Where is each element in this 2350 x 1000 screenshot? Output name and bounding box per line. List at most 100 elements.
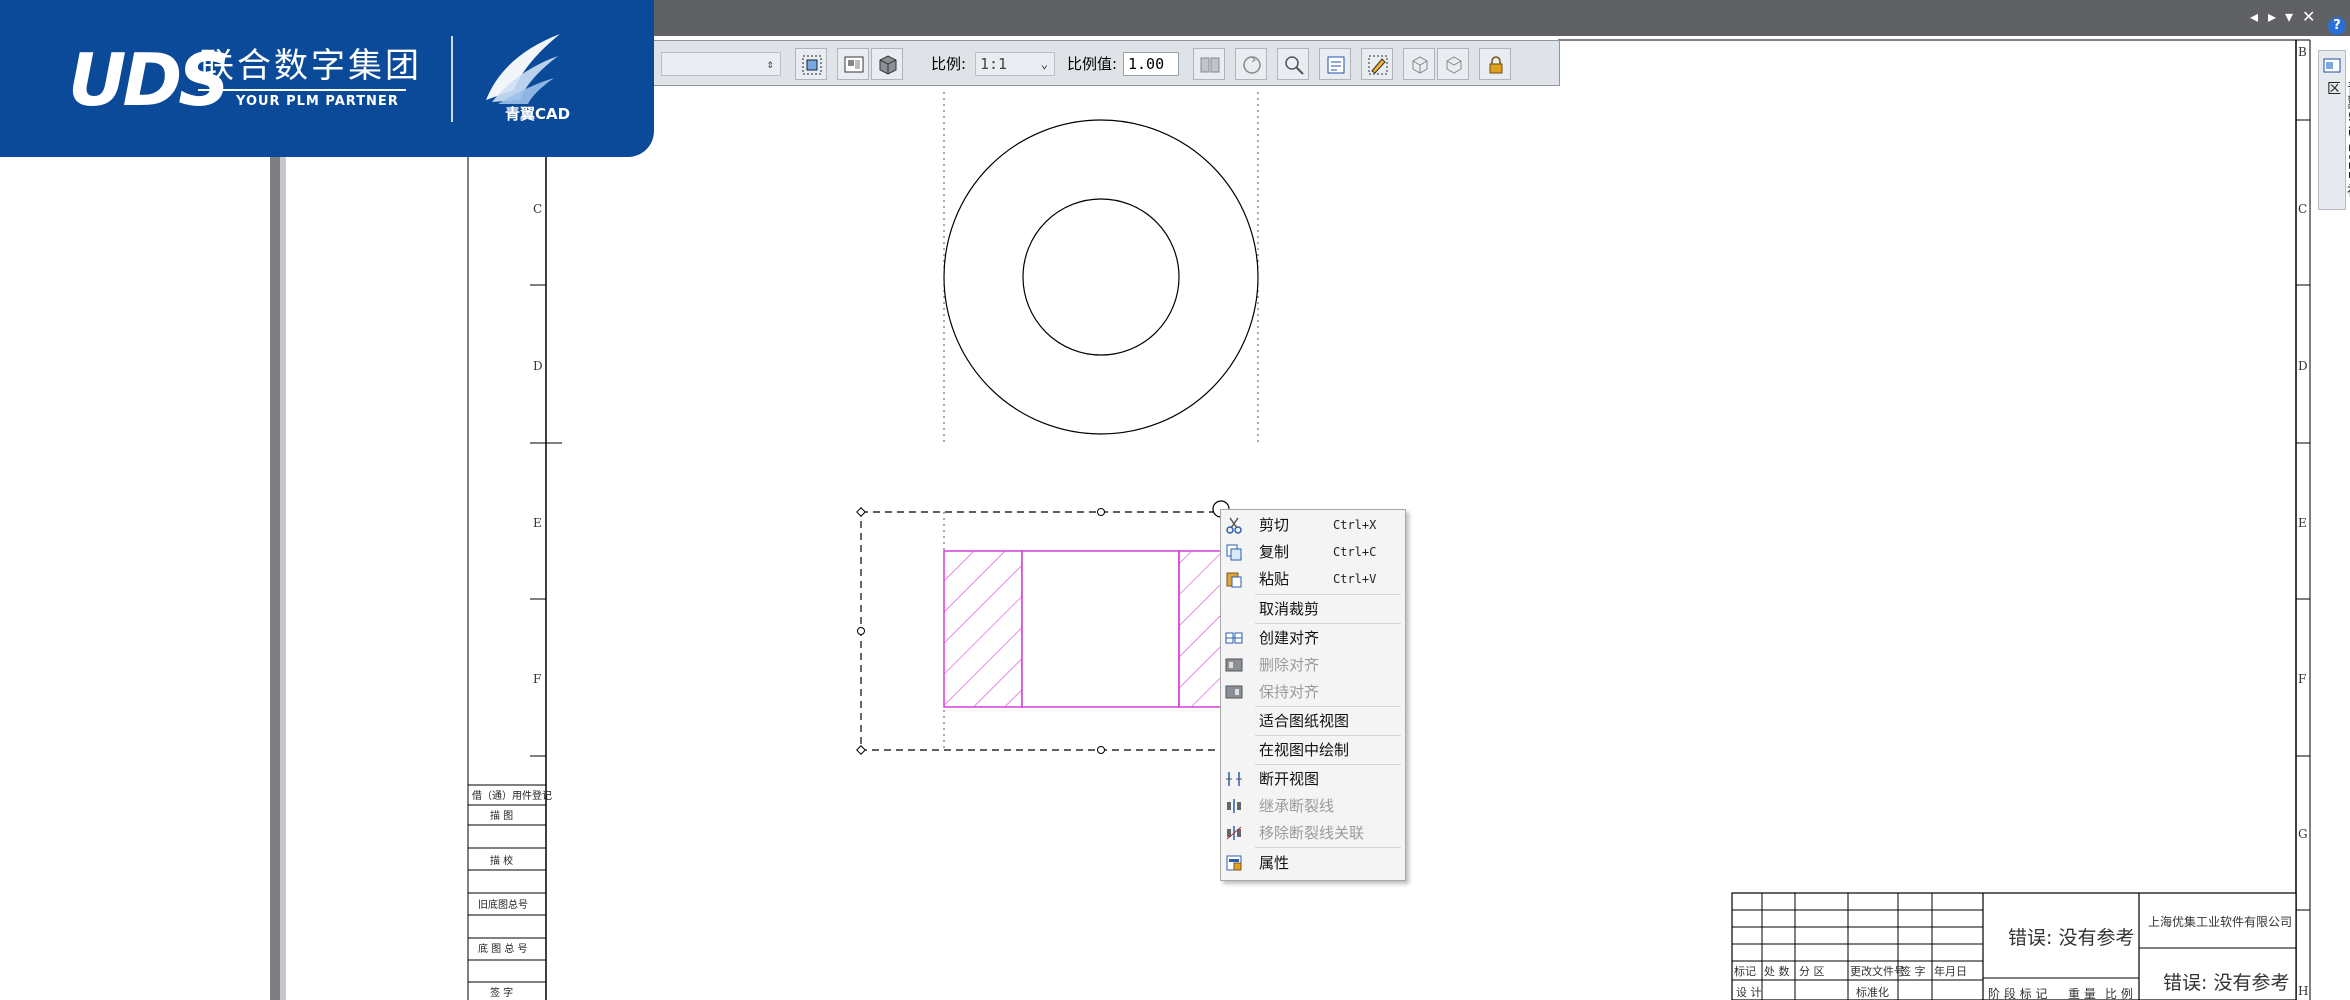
- menu-item-label: 继承断裂线: [1259, 797, 1335, 815]
- zone-label: D: [533, 359, 543, 373]
- menu-item-fit-sheet-view[interactable]: 适合图纸视图: [1221, 708, 1405, 734]
- inner-circle[interactable]: [1022, 198, 1180, 356]
- zone-label: C: [533, 202, 542, 216]
- menu-item-draw-in-view[interactable]: 在视图中绘制: [1221, 737, 1405, 763]
- menu-item-shortcut: Ctrl+V: [1333, 572, 1377, 586]
- properties-icon: [1327, 56, 1345, 74]
- menu-item-break-view[interactable]: 断开视图: [1221, 766, 1405, 792]
- menu-item-paste[interactable]: 粘贴 Ctrl+V: [1221, 566, 1405, 592]
- menu-item-keep-align[interactable]: 保持对齐: [1221, 679, 1405, 705]
- side-tab-label: 青翼CAD 2021 社区: [2325, 81, 2350, 198]
- zone-label: B: [2298, 45, 2307, 59]
- align-view-button[interactable]: [1193, 48, 1225, 80]
- menu-separator: [1255, 735, 1401, 736]
- wire-box-icon: [1412, 56, 1428, 74]
- align-delete-icon: [1225, 658, 1243, 672]
- menu-item-label: 属性: [1259, 854, 1290, 872]
- title-block-label: 年月日: [1934, 964, 1967, 978]
- menu-item-delete-align[interactable]: 删除对齐: [1221, 652, 1405, 678]
- scale-number-input[interactable]: 1.00: [1123, 52, 1179, 76]
- menu-item-label: 适合图纸视图: [1259, 712, 1350, 730]
- paste-icon: [1226, 572, 1242, 588]
- context-menu: 剪切 Ctrl+X 复制 Ctrl+C 粘贴 Ctrl+V 取消裁剪 创建对齐 …: [1220, 509, 1406, 881]
- rotate-view-button[interactable]: [1235, 48, 1267, 80]
- drawing-name-error: 错误: 没有参考: [2008, 927, 2134, 949]
- table-label: 描 校: [490, 854, 513, 867]
- menu-item-label: 保持对齐: [1259, 683, 1320, 701]
- zone-label: D: [2298, 359, 2308, 373]
- properties-icon: [1226, 855, 1242, 871]
- title-block-label: 更改文件号: [1850, 964, 1905, 978]
- menu-item-label: 移除断裂线关联: [1259, 824, 1365, 842]
- menu-item-shortcut: Ctrl+C: [1333, 545, 1377, 559]
- brand-name: 联合数字集团: [200, 46, 422, 86]
- title-block: 标记 处 数 分 区 更改文件号 签 字 年月日 设 计 标准化 错误: 没有参…: [1731, 892, 2297, 1000]
- align-create-icon: [1225, 632, 1243, 644]
- zone-label: E: [533, 516, 542, 530]
- inherit-break-icon: [1227, 799, 1241, 813]
- wire-box-icon: [1446, 56, 1462, 74]
- community-side-tab[interactable]: 青翼CAD 2021 社区: [2318, 50, 2350, 210]
- scissors-icon: [1226, 517, 1242, 534]
- grip-handle[interactable]: [857, 627, 865, 635]
- menu-item-create-align[interactable]: 创建对齐: [1221, 625, 1405, 651]
- grip-handle[interactable]: [1097, 508, 1105, 516]
- title-block-label: 重 量: [2068, 987, 2096, 1000]
- hatch-region-left[interactable]: [943, 550, 1023, 708]
- brand-underline: [198, 89, 406, 91]
- menu-item-label: 剪切: [1259, 516, 1290, 534]
- title-block-label: 处 数: [1764, 965, 1790, 978]
- title-block-label: 比 例: [2105, 987, 2133, 1000]
- hatch-region-right[interactable]: [1178, 550, 1225, 708]
- view-toolbar: ⇕ 比例: 1:1 ⌄ 比例值: 1.00: [590, 40, 1560, 86]
- menu-item-copy[interactable]: 复制 Ctrl+C: [1221, 539, 1405, 565]
- scale-value: 1:1: [980, 55, 1008, 73]
- cube-icon: [879, 55, 897, 75]
- view-frame-button[interactable]: [795, 48, 827, 80]
- brand-separator: [451, 36, 453, 122]
- layout-icon: [844, 56, 864, 73]
- view-properties-button[interactable]: [1319, 48, 1351, 80]
- title-block-label: 设 计: [1736, 986, 1762, 999]
- scale-combo[interactable]: 1:1 ⌄: [975, 52, 1055, 76]
- layer-combo[interactable]: ⇕: [661, 52, 781, 76]
- menu-item-label: 取消裁剪: [1259, 600, 1320, 618]
- zoom-view-button[interactable]: [1277, 48, 1309, 80]
- table-label: 描 图: [490, 809, 513, 822]
- menu-item-label: 在视图中绘制: [1259, 741, 1350, 759]
- align-icon: [1200, 57, 1220, 73]
- shaded-view-button[interactable]: [871, 48, 903, 80]
- top-view[interactable]: [943, 92, 1259, 445]
- title-block-label: 标记: [1734, 964, 1756, 978]
- box-view-button-2[interactable]: [1437, 48, 1469, 80]
- grip-handle[interactable]: [856, 745, 866, 755]
- menu-item-inherit-break[interactable]: 继承断裂线: [1221, 793, 1405, 819]
- scale-value-label: 比例值:: [1067, 55, 1118, 73]
- menu-item-label: 删除对齐: [1259, 656, 1320, 674]
- menu-item-label: 断开视图: [1259, 770, 1320, 788]
- product-name: 青翼CAD: [505, 105, 571, 123]
- menu-separator: [1255, 847, 1401, 848]
- menu-item-shortcut: Ctrl+X: [1333, 518, 1377, 532]
- menu-item-properties[interactable]: 属性: [1221, 850, 1405, 876]
- menu-item-uncrop[interactable]: 取消裁剪: [1221, 596, 1405, 622]
- company-name: 上海优集工业软件有限公司: [2148, 914, 2292, 929]
- registration-table: 借（通）用件登记 描 图 描 校 旧底图总号 底 图 总 号 签 字: [468, 784, 552, 999]
- layout-button[interactable]: [837, 48, 869, 80]
- title-block-label: 标准化: [1856, 985, 1889, 999]
- table-label: 旧底图总号: [478, 898, 528, 911]
- menu-item-remove-break-link[interactable]: 移除断裂线关联: [1221, 820, 1405, 846]
- remove-break-icon: [1226, 826, 1242, 840]
- brand-tagline: YOUR PLM PARTNER: [236, 94, 399, 109]
- lock-view-button[interactable]: [1479, 48, 1511, 80]
- zone-label: H: [2298, 984, 2308, 998]
- grip-handle[interactable]: [1097, 746, 1105, 754]
- section-view[interactable]: [856, 500, 1250, 755]
- edit-view-button[interactable]: [1361, 48, 1393, 80]
- menu-item-cut[interactable]: 剪切 Ctrl+X: [1221, 512, 1405, 538]
- outer-circle[interactable]: [943, 119, 1259, 435]
- grip-handle[interactable]: [856, 507, 866, 517]
- zone-label: G: [2298, 827, 2308, 841]
- box-view-button[interactable]: [1403, 48, 1435, 80]
- lock-icon: [1489, 56, 1503, 74]
